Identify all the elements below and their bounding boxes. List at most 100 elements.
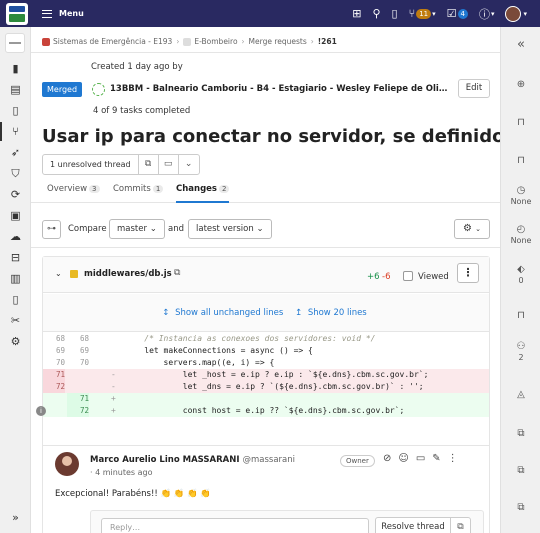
- new-line-number[interactable]: 69: [67, 345, 89, 357]
- copy-path-icon[interactable]: ⧉: [174, 268, 180, 278]
- role-badge: Owner: [340, 455, 375, 467]
- diff-settings-button[interactable]: ⚙ ⌄: [454, 219, 490, 239]
- new-line-number[interactable]: 70: [67, 357, 89, 369]
- breadcrumb-current[interactable]: !261: [318, 37, 337, 46]
- hamburger-icon: [42, 9, 52, 18]
- diff-line[interactable]: 69 69 let makeConnections = async () => …: [43, 345, 489, 357]
- chevron-down-icon: ⌄: [475, 225, 482, 233]
- diff-line[interactable]: 70 70 servers.map((e, i) => {: [43, 357, 489, 369]
- discussion-info-icon[interactable]: i: [36, 406, 46, 416]
- add-reaction-icon[interactable]: ☺: [398, 453, 408, 464]
- tab-overview[interactable]: Overview 3: [47, 184, 100, 194]
- author-handle: @massarani: [242, 455, 295, 465]
- unresolved-threads-button[interactable]: 1 unresolved thread: [43, 155, 139, 174]
- search-icon[interactable]: ⚲: [369, 5, 383, 23]
- old-line-number[interactable]: 68: [43, 333, 65, 345]
- new-line-number[interactable]: 72: [67, 405, 89, 417]
- wiki-icon[interactable]: ▯: [0, 293, 31, 306]
- chevron-down-icon[interactable]: ⌄: [179, 155, 199, 174]
- copy-email-icon[interactable]: ⧉: [501, 502, 540, 513]
- merge-request-button[interactable]: ⑂ 11 ▾: [406, 5, 439, 23]
- menu-button[interactable]: Menu: [42, 9, 84, 18]
- new-line-number[interactable]: 71: [67, 393, 89, 405]
- deployments-icon[interactable]: ⟳: [0, 188, 31, 201]
- merge-request-icon: ⑂: [408, 7, 416, 20]
- collapse-sidebar-icon[interactable]: «: [501, 37, 540, 52]
- viewed-checkbox[interactable]: [403, 271, 413, 281]
- copy-reference-icon[interactable]: ⧉: [501, 428, 540, 439]
- monitor-icon[interactable]: ▣: [0, 209, 31, 222]
- chevron-down-icon[interactable]: ⌄: [55, 269, 62, 278]
- compare-from-dropdown[interactable]: master ⌄: [109, 219, 165, 239]
- merge-requests-icon[interactable]: ⑂: [0, 122, 31, 141]
- project-avatar[interactable]: [5, 33, 25, 53]
- help-button[interactable]: ⓘ ▾: [476, 5, 498, 23]
- pipeline-status-icon[interactable]: [92, 83, 105, 96]
- note-timestamp[interactable]: · 4 minutes ago: [90, 468, 153, 477]
- project-overview-icon[interactable]: ▮: [0, 62, 31, 75]
- milestone-clock[interactable]: ◷ None: [501, 185, 540, 206]
- new-line-number[interactable]: 68: [67, 333, 89, 345]
- notifications-bell-icon[interactable]: ◬: [501, 389, 540, 400]
- user-menu[interactable]: ▾: [502, 5, 530, 23]
- breadcrumb-item[interactable]: Sistemas de Emergência - E193: [53, 37, 172, 46]
- old-line-number[interactable]: 72: [43, 381, 65, 393]
- issues-icon[interactable]: ▯: [0, 104, 31, 117]
- diff-line[interactable]: 68 68 /* Instancia as conexoes dos servi…: [43, 333, 489, 345]
- packages-icon[interactable]: ⊟: [0, 251, 31, 264]
- snippets-icon[interactable]: ✂: [0, 314, 31, 327]
- show-all-unchanged-link[interactable]: ↕ Show all unchanged lines: [162, 308, 286, 318]
- breadcrumb-item[interactable]: E-Bombeiro: [194, 37, 237, 46]
- assignee-icon[interactable]: ⊕: [501, 79, 540, 90]
- tab-changes[interactable]: Changes 2: [176, 184, 230, 203]
- diff-line-removed[interactable]: 71 - let _host = e.ip ? e.ip : `${e.dns}…: [43, 369, 489, 381]
- reviewer-lock-icon[interactable]: ⊓: [501, 117, 540, 128]
- old-line-number[interactable]: 69: [43, 345, 65, 357]
- diff-line-removed[interactable]: 72 - let _dns = e.ip ? `(${e.dns}.cbm.sc…: [43, 381, 489, 393]
- edit-pencil-icon[interactable]: ✎: [432, 453, 440, 464]
- additions-count: +6: [367, 272, 380, 282]
- diff-line-added[interactable]: 71 +: [43, 393, 489, 405]
- resolve-check-icon[interactable]: ⊘: [383, 453, 391, 464]
- reply-input[interactable]: Reply…: [101, 518, 369, 533]
- reply-icon[interactable]: ▭: [416, 453, 425, 464]
- avatar[interactable]: [55, 452, 79, 476]
- edit-button[interactable]: Edit: [458, 79, 490, 98]
- comment-icon[interactable]: ▭: [159, 155, 179, 174]
- old-line-number[interactable]: 70: [43, 357, 65, 369]
- diff-line-added[interactable]: i 72 + const host = e.ip ?? `${e.dns}.cb…: [36, 405, 489, 417]
- analytics-icon[interactable]: ▥: [0, 272, 31, 285]
- diff-toolbar: ⊶ Compare master ⌄ and latest version ⌄ …: [31, 214, 500, 248]
- todo-button[interactable]: ☑ 4: [444, 5, 471, 23]
- plus-icon[interactable]: ⊞: [349, 5, 364, 23]
- note-author[interactable]: Marco Aurelio Lino MASSARANI @massarani: [90, 455, 295, 465]
- repository-icon[interactable]: ▤: [0, 83, 31, 96]
- file-options-kebab-icon[interactable]: ⋮: [457, 263, 479, 283]
- approvals-lock-icon[interactable]: ⊓: [501, 155, 540, 166]
- resolve-thread-icon[interactable]: ⧉: [451, 518, 470, 533]
- file-tree-toggle-icon[interactable]: ⊶: [42, 220, 61, 239]
- tab-commits[interactable]: Commits 1: [113, 184, 164, 194]
- more-actions-kebab-icon[interactable]: ⋮: [448, 453, 458, 464]
- time-tracking[interactable]: ◴ None: [501, 224, 540, 245]
- copy-source-branch-icon[interactable]: ⧉: [501, 465, 540, 476]
- labels[interactable]: ⬖ 0: [501, 264, 540, 285]
- resolve-thread-button[interactable]: Resolve thread ⧉: [375, 517, 471, 533]
- settings-gear-icon[interactable]: ⚙: [0, 335, 31, 348]
- old-line-number[interactable]: 71: [43, 369, 65, 381]
- compare-to-dropdown[interactable]: latest version ⌄: [188, 219, 272, 239]
- lock-merge-icon[interactable]: ⊓: [501, 310, 540, 321]
- expand-sidebar-icon[interactable]: »: [0, 511, 31, 524]
- issues-icon[interactable]: ▯: [389, 5, 401, 23]
- resolve-thread-icon[interactable]: ⧉: [139, 155, 159, 174]
- security-shield-icon[interactable]: ⛉: [0, 167, 31, 181]
- breadcrumb-item[interactable]: Merge requests: [249, 37, 307, 46]
- gitlab-logo[interactable]: [6, 2, 28, 25]
- infrastructure-icon[interactable]: ☁: [0, 230, 31, 243]
- left-sidebar: ▮ ▤ ▯ ⑂ ➶ ⛉ ⟳ ▣ ☁ ⊟ ▥ ▯ ✂ ⚙ »: [0, 27, 31, 533]
- file-path[interactable]: middlewares/db.js: [84, 269, 172, 279]
- ci-cd-rocket-icon[interactable]: ➶: [0, 146, 31, 159]
- show-20-lines-link[interactable]: ↥ Show 20 lines: [295, 308, 370, 318]
- code-text: const host = e.ip ?? `${e.dns}.cbm.sc.go…: [125, 406, 405, 415]
- participants[interactable]: ⚇ 2: [501, 341, 540, 362]
